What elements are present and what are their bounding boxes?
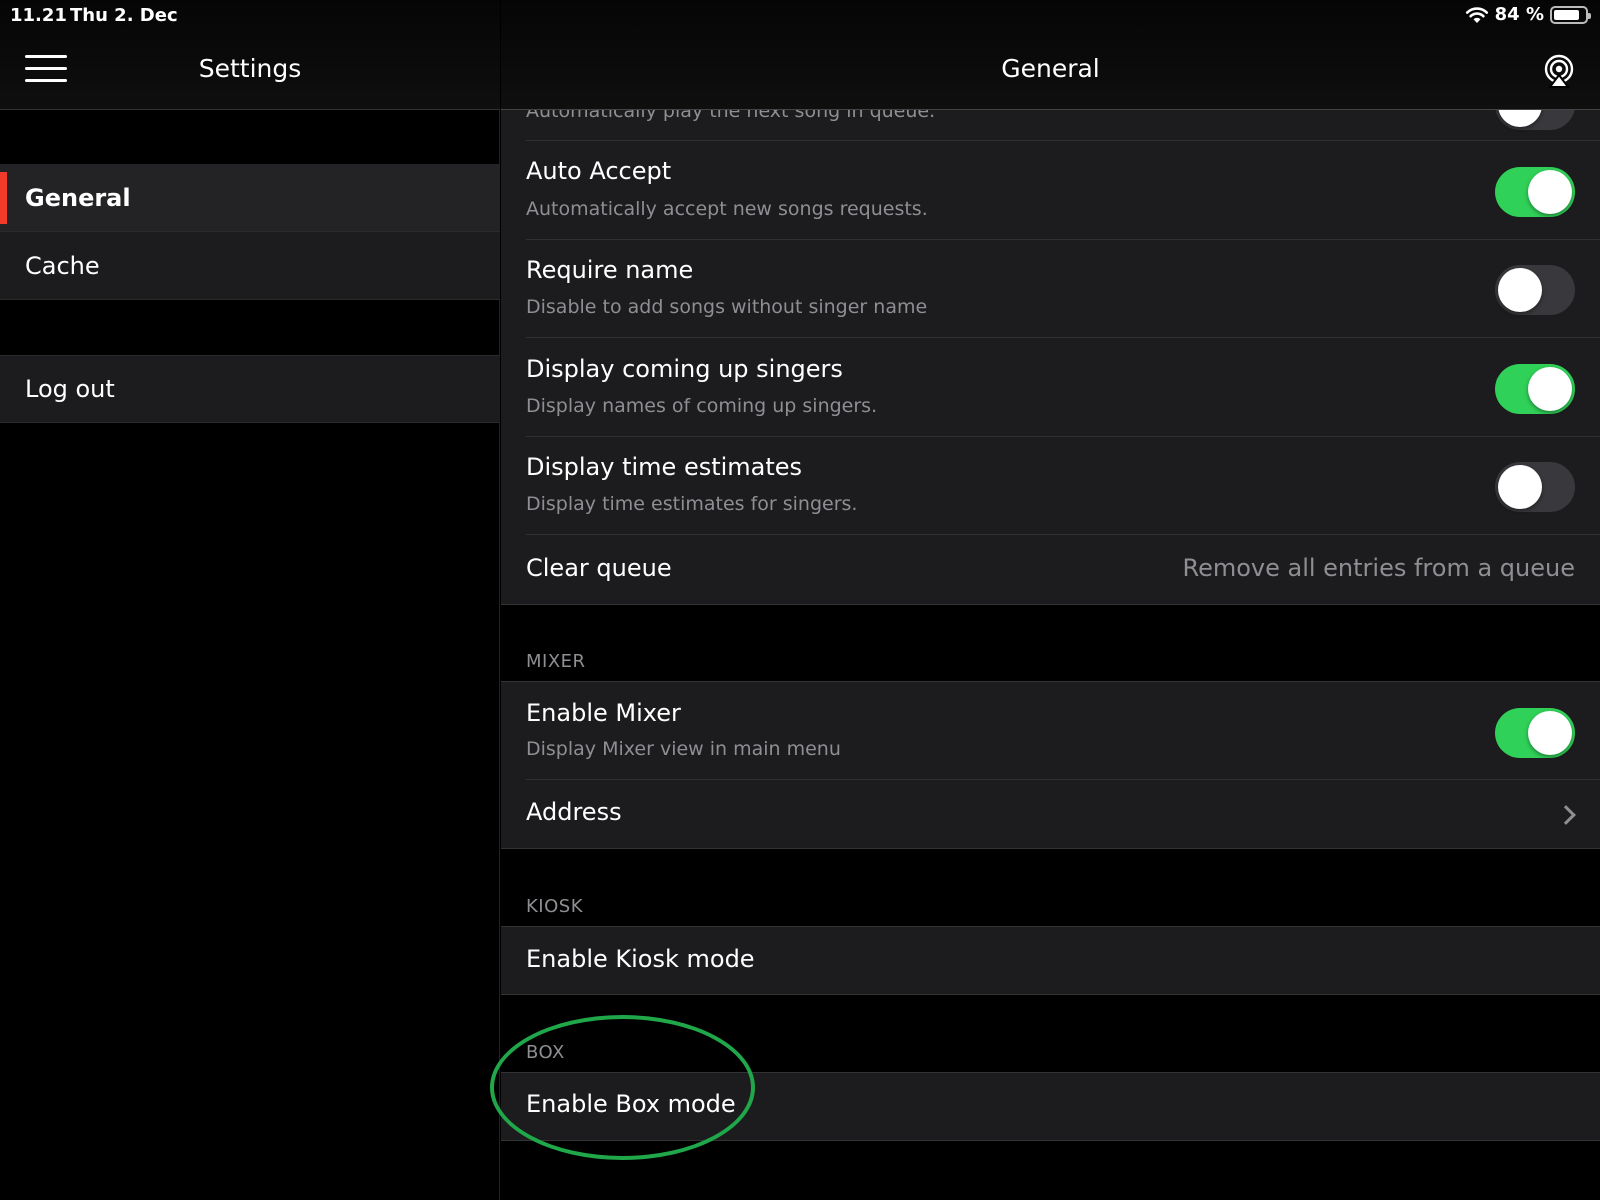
sidebar-item-label: Cache	[25, 251, 100, 280]
row-title: Display coming up singers	[526, 355, 843, 383]
enable-mixer-toggle[interactable]	[1495, 708, 1575, 758]
row-subtitle: Display names of coming up singers.	[526, 395, 878, 417]
logout-label: Log out	[25, 375, 115, 403]
row-title: Display time estimates	[526, 453, 803, 481]
display-coming-up-row: Display coming up singers Display names …	[501, 338, 1600, 437]
enable-mixer-row: Enable Mixer Display Mixer view in main …	[501, 681, 1600, 780]
battery-fill	[1554, 9, 1580, 20]
chevron-right-icon	[1556, 805, 1576, 825]
battery-percent: 84 %	[1494, 4, 1544, 25]
battery-icon	[1550, 5, 1591, 24]
sidebar-title: Settings	[198, 54, 302, 83]
address-row[interactable]: Address	[501, 780, 1600, 849]
detail-title: General	[1001, 54, 1100, 83]
status-bar: 11.21 Thu 2. Dec 84 %	[0, 0, 1600, 32]
box-section-header: BOX	[526, 1042, 565, 1063]
display-time-estimates-toggle[interactable]	[1495, 462, 1575, 512]
auto-accept-toggle[interactable]	[1495, 167, 1575, 217]
logout-button[interactable]: Log out	[0, 355, 500, 423]
display-coming-up-toggle[interactable]	[1495, 364, 1575, 414]
row-title: Enable Mixer	[526, 699, 681, 727]
row-subtitle: Automatically accept new songs requests.	[526, 198, 928, 220]
enable-box-row[interactable]: Enable Box mode	[501, 1072, 1600, 1141]
enable-kiosk-row[interactable]: Enable Kiosk mode	[501, 926, 1600, 995]
status-date: Thu 2. Dec	[70, 5, 178, 26]
enable-box-title: Enable Box mode	[526, 1090, 736, 1118]
display-time-estimates-row: Display time estimates Display time esti…	[501, 437, 1600, 535]
require-name-toggle[interactable]	[1495, 265, 1575, 315]
sidebar-item-cache[interactable]: Cache	[0, 232, 500, 300]
kiosk-section-header: KIOSK	[526, 896, 584, 917]
clear-queue-value: Remove all entries from a queue	[1182, 554, 1575, 582]
general-settings-pane: General Automatically play the next song…	[501, 0, 1600, 1200]
clear-queue-row[interactable]: Clear queue Remove all entries from a qu…	[501, 535, 1600, 605]
row-subtitle: Display Mixer view in main menu	[526, 738, 841, 760]
auto-accept-row: Auto Accept Automatically accept new son…	[501, 141, 1600, 240]
sidebar-item-general[interactable]: General	[0, 164, 500, 232]
mixer-section-header: MIXER	[526, 651, 586, 672]
address-title: Address	[526, 798, 622, 826]
clear-queue-title: Clear queue	[526, 554, 672, 582]
row-title: Require name	[526, 256, 694, 284]
status-time: 11.21	[10, 5, 67, 26]
airplay-icon[interactable]	[1542, 54, 1576, 88]
row-title: Auto Accept	[526, 157, 672, 185]
row-subtitle: Display time estimates for singers.	[526, 493, 858, 515]
row-subtitle: Disable to add songs without singer name	[526, 296, 928, 318]
wifi-icon	[1465, 6, 1488, 23]
settings-sidebar: Settings General Cache Log out	[0, 0, 500, 1200]
status-indicators: 84 %	[1465, 4, 1591, 25]
enable-kiosk-title: Enable Kiosk mode	[526, 945, 755, 973]
require-name-row: Require name Disable to add songs withou…	[501, 240, 1600, 338]
sidebar-item-label: General	[25, 183, 131, 212]
